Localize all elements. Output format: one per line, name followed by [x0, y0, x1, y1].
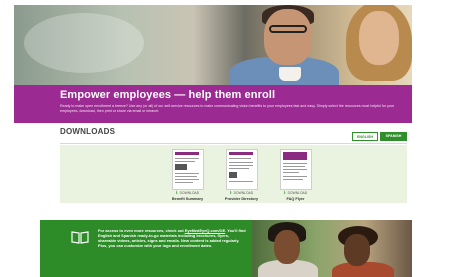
download-icon: ⭳	[175, 190, 178, 196]
downloads-title: DOWNLOADS	[60, 127, 116, 136]
download-icon: ⭳	[283, 190, 286, 196]
document-thumbnail[interactable]	[280, 149, 312, 190]
document-name: Benefit Summary	[171, 197, 204, 201]
download-item-faq-flyer: ⭳ DOWNLOAD FAQ Flyer	[273, 149, 318, 202]
banner-title: Empower employees — help them enroll	[60, 89, 276, 101]
book-icon	[71, 231, 89, 244]
english-button[interactable]: ENGLISH	[352, 132, 378, 141]
banner-description: Ready to make open enrollment a breeze? …	[60, 104, 395, 113]
divider	[60, 143, 407, 144]
download-icon: ⭳	[229, 190, 232, 196]
download-link[interactable]: ⭳ DOWNLOAD	[165, 191, 210, 196]
hero-image	[14, 5, 412, 85]
download-item-benefit-summary: ⭳ DOWNLOAD Benefit Summary	[165, 149, 210, 202]
document-thumbnail[interactable]	[172, 149, 204, 190]
promo-image	[252, 220, 412, 277]
download-link[interactable]: ⭳ DOWNLOAD	[219, 191, 264, 196]
promo-text: For access to even more resources, check…	[98, 228, 246, 248]
spanish-button[interactable]: SPANISH	[380, 132, 407, 141]
downloads-panel: ⭳ DOWNLOAD Benefit Summary ⭳ DOWNLOAD Prov…	[60, 145, 407, 203]
document-thumbnail[interactable]	[226, 149, 258, 190]
resources-promo: For access to even more resources, check…	[40, 220, 412, 277]
enroll-banner: Empower employees — help them enroll Rea…	[14, 85, 412, 123]
document-name: Provider Directory	[224, 197, 259, 201]
download-item-provider-directory: ⭳ DOWNLOAD Provider Directory	[219, 149, 264, 202]
document-name: FAQ Flyer	[286, 197, 305, 201]
download-link[interactable]: ⭳ DOWNLOAD	[273, 191, 318, 196]
